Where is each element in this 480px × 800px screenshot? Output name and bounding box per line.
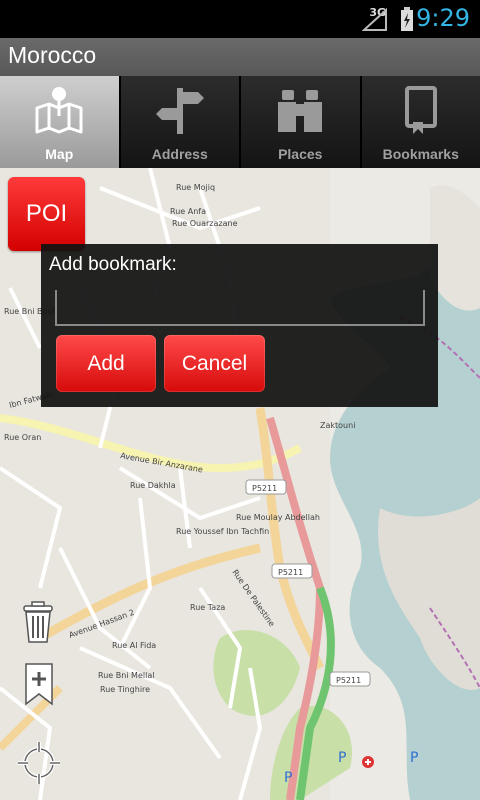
parking-marker-1: P (338, 750, 346, 766)
clock: 9:29 (416, 4, 470, 32)
label-rue-ouarzazane: Rue Ouarzazane (172, 219, 238, 228)
label-touni: Zaktouni (320, 421, 355, 430)
tab-address[interactable]: Address (120, 76, 239, 168)
battery-icon (401, 7, 413, 31)
dialog-title: Add bookmark: (49, 254, 177, 275)
label-rue-youssef: Rue Youssef Ibn Tachfin (176, 527, 269, 536)
label-p5211-1: P5211 (252, 484, 277, 493)
label-p5211-3: P5211 (336, 676, 361, 685)
label-p5211-2: P5211 (278, 568, 303, 577)
binoculars-icon (278, 90, 323, 132)
label-rue-oran: Rue Oran (4, 433, 41, 442)
map-icon (35, 87, 83, 134)
poi-button[interactable]: POI (8, 177, 85, 251)
locate-me-icon[interactable] (16, 740, 62, 786)
title-bar: Morocco (0, 38, 480, 77)
tab-bar: Map Address Places Bookmarks (0, 76, 480, 168)
cancel-button[interactable]: Cancel (164, 335, 265, 392)
signal-icon (362, 8, 387, 31)
bookmark-name-input[interactable] (55, 290, 425, 326)
parking-marker-3: P (284, 770, 292, 786)
label-rue-al-fida: Rue Al Fida (112, 641, 156, 650)
trash-icon[interactable] (18, 600, 58, 644)
add-bookmark-icon[interactable] (24, 662, 54, 706)
parking-marker-2: P (410, 750, 418, 766)
tab-map[interactable]: Map (0, 76, 119, 168)
label-rue-moulay: Rue Moulay Abdellah (236, 513, 320, 522)
app-title: Morocco (8, 42, 97, 68)
tab-bookmarks-label: Bookmarks (382, 146, 459, 162)
tab-bookmarks[interactable]: Bookmarks (361, 76, 480, 168)
add-bookmark-dialog: Add bookmark: Add Cancel (41, 244, 438, 407)
tab-map-label: Map (45, 146, 74, 162)
tab-places-label: Places (278, 146, 323, 162)
label-rue-anfa: Rue Anfa (170, 207, 206, 216)
signpost-icon (155, 88, 204, 134)
label-rue-bni-mellal: Rue Bni Mellal (98, 671, 154, 680)
tab-address-label: Address (151, 146, 208, 162)
label-rue-taza: Rue Taza (190, 603, 225, 612)
status-bar: 3G 9:29 (0, 0, 480, 38)
label-rue-mojiq: Rue Mojiq (176, 183, 215, 192)
add-button[interactable]: Add (56, 335, 156, 392)
bookmark-book-icon (404, 86, 437, 134)
label-rue-tinghire: Rue Tinghire (100, 685, 150, 694)
tab-places[interactable]: Places (241, 76, 360, 168)
label-rue-dakhla: Rue Dakhla (130, 481, 176, 490)
